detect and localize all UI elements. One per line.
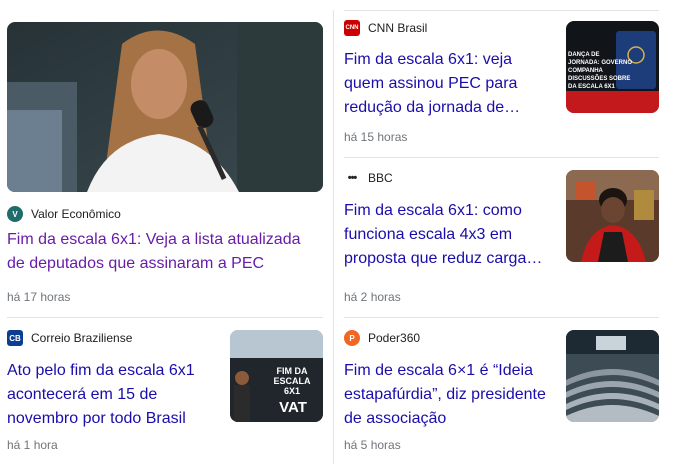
headline-link[interactable]: Fim de escala 6×1 é “Ideia estapafúrdia”…	[344, 359, 554, 431]
news-thumbnail-image	[566, 330, 659, 422]
news-thumbnail-image	[7, 22, 323, 192]
headline-link[interactable]: Fim da escala 6x1: veja quem assinou PEC…	[344, 48, 539, 120]
news-card-valor[interactable]: V Valor Econômico Fim da escala 6x1: Vej…	[7, 22, 323, 312]
banner-text: FIM DA ESCALA 6X1	[273, 366, 311, 396]
headline-link[interactable]: Fim da escala 6x1: Veja a lista atualiza…	[7, 228, 317, 276]
source-row: CB Correio Braziliense	[7, 330, 132, 346]
source-name: BBC	[368, 171, 393, 185]
source-name: Poder360	[368, 331, 421, 345]
cnn-logo-icon: CNN	[344, 20, 360, 36]
source-row: CNN CNN Brasil	[344, 20, 427, 36]
valor-logo-icon: V	[7, 206, 23, 222]
news-card-poder360[interactable]: P Poder360 Fim de escala 6×1 é “Ideia es…	[344, 330, 659, 464]
timestamp: há 15 horas	[344, 130, 408, 144]
source-name: CNN Brasil	[368, 21, 428, 35]
source-row: V Valor Econômico	[7, 206, 121, 222]
column-divider	[333, 10, 334, 464]
poder360-logo-icon: P	[344, 330, 360, 346]
news-thumbnail-image: FIM DA ESCALA 6X1 VAT	[230, 330, 323, 422]
correio-logo-icon: CB	[7, 330, 23, 346]
headline-link[interactable]: Ato pelo fim da escala 6x1 acontecerá em…	[7, 359, 217, 431]
top-divider	[344, 10, 659, 11]
source-name: Correio Braziliense	[31, 331, 133, 345]
news-thumbnail-image	[566, 170, 659, 262]
source-row: P Poder360	[344, 330, 420, 346]
thumbnail-caption: DANÇA DE JORNADA: GOVERNO COMPANHA DISCU…	[568, 52, 633, 90]
timestamp: há 1 hora	[7, 438, 58, 452]
news-card-cnn[interactable]: CNN CNN Brasil Fim da escala 6x1: veja q…	[344, 20, 659, 150]
timestamp: há 5 horas	[344, 438, 401, 452]
source-name: Valor Econômico	[31, 207, 121, 221]
headline-link[interactable]: Fim da escala 6x1: como funciona escala …	[344, 199, 544, 271]
banner-logo-text: VAT	[279, 399, 307, 416]
row-divider-left	[7, 317, 323, 318]
news-thumbnail-image: DANÇA DE JORNADA: GOVERNO COMPANHA DISCU…	[566, 21, 659, 113]
news-card-bbc[interactable]: ••• BBC Fim da escala 6x1: como funciona…	[344, 170, 659, 305]
news-card-correio[interactable]: CB Correio Braziliense Ato pelo fim da e…	[7, 330, 323, 464]
timestamp: há 17 horas	[7, 290, 71, 304]
source-row: ••• BBC	[344, 170, 393, 186]
row-divider-right-1	[344, 157, 659, 158]
bbc-logo-icon: •••	[347, 172, 358, 184]
timestamp: há 2 horas	[344, 290, 401, 304]
row-divider-right-2	[344, 317, 659, 318]
